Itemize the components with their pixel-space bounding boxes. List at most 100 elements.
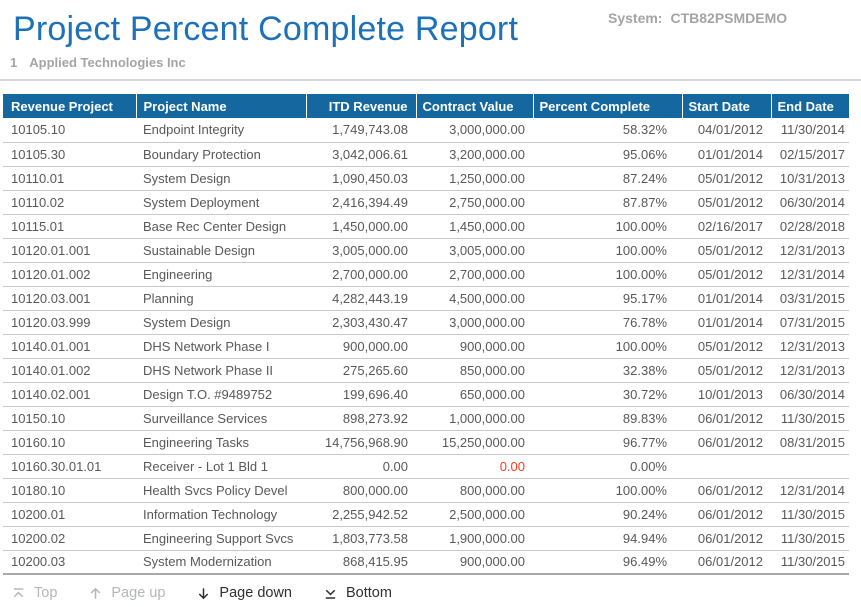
table-cell: 100.00% xyxy=(533,334,682,358)
table-cell: Health Svcs Policy Devel xyxy=(136,478,306,502)
bottom-button[interactable]: Bottom xyxy=(323,585,392,601)
table-cell: 03/31/2015 xyxy=(771,286,849,310)
table-cell: Engineering Tasks xyxy=(136,430,306,454)
table-cell: 01/01/2014 xyxy=(682,310,771,334)
table-cell: 11/30/2015 xyxy=(771,502,849,526)
column-header-start-date: Start Date xyxy=(682,94,771,118)
system-label: System: xyxy=(608,10,662,26)
table-cell: 2,416,394.49 xyxy=(306,190,416,214)
table-cell: 12/31/2014 xyxy=(771,262,849,286)
page-down-button[interactable]: Page down xyxy=(196,585,292,601)
table-cell: 89.83% xyxy=(533,406,682,430)
table-cell: 10180.10 xyxy=(3,478,136,502)
table-cell: 10/31/2013 xyxy=(771,166,849,190)
table-cell: 3,000,000.00 xyxy=(416,118,533,142)
table-cell: 02/28/2018 xyxy=(771,214,849,238)
table-cell: 650,000.00 xyxy=(416,382,533,406)
table-header-row: Revenue ProjectProject NameITD RevenueCo… xyxy=(3,94,849,118)
table-cell: 96.77% xyxy=(533,430,682,454)
table-cell: 12/31/2014 xyxy=(771,478,849,502)
table-cell: 10200.03 xyxy=(3,550,136,574)
table-row: 10105.30Boundary Protection3,042,006.613… xyxy=(3,142,849,166)
table-cell: 2,303,430.47 xyxy=(306,310,416,334)
table-cell: Engineering Support Svcs xyxy=(136,526,306,550)
table-cell: 1,000,000.00 xyxy=(416,406,533,430)
group-heading: 1Applied Technologies Inc xyxy=(10,55,861,70)
table-cell: 10105.10 xyxy=(3,118,136,142)
table-row: 10140.01.001DHS Network Phase I900,000.0… xyxy=(3,334,849,358)
table-cell: 05/01/2012 xyxy=(682,358,771,382)
table-body: 10105.10Endpoint Integrity1,749,743.083,… xyxy=(3,118,849,574)
table-cell: 1,090,450.03 xyxy=(306,166,416,190)
table-cell: 3,000,000.00 xyxy=(416,310,533,334)
table-cell: 800,000.00 xyxy=(306,478,416,502)
table-cell: Endpoint Integrity xyxy=(136,118,306,142)
table-cell: 10120.01.002 xyxy=(3,262,136,286)
table-cell xyxy=(771,454,849,478)
table-cell: 2,500,000.00 xyxy=(416,502,533,526)
column-header-project-name: Project Name xyxy=(136,94,306,118)
table-row: 10105.10Endpoint Integrity1,749,743.083,… xyxy=(3,118,849,142)
table-row: 10160.30.01.01Receiver - Lot 1 Bld 10.00… xyxy=(3,454,849,478)
table-cell: 800,000.00 xyxy=(416,478,533,502)
table-cell: 10140.01.001 xyxy=(3,334,136,358)
table-row: 10110.01System Design1,090,450.031,250,0… xyxy=(3,166,849,190)
nav-label: Top xyxy=(34,585,57,601)
column-header-percent-complete: Percent Complete xyxy=(533,94,682,118)
table-cell: System Design xyxy=(136,310,306,334)
table-cell: 06/01/2012 xyxy=(682,406,771,430)
table-cell: 87.87% xyxy=(533,190,682,214)
table-cell: 10120.01.001 xyxy=(3,238,136,262)
arrow-up-icon xyxy=(88,586,103,601)
table-cell: 3,005,000.00 xyxy=(416,238,533,262)
table-row: 10160.10Engineering Tasks14,756,968.9015… xyxy=(3,430,849,454)
column-header-itd-revenue: ITD Revenue xyxy=(306,94,416,118)
table-cell: 10160.30.01.01 xyxy=(3,454,136,478)
nav-label: Bottom xyxy=(346,585,392,601)
table-cell: 87.24% xyxy=(533,166,682,190)
table-cell: 90.24% xyxy=(533,502,682,526)
table-cell: 2,255,942.52 xyxy=(306,502,416,526)
table-cell: 1,450,000.00 xyxy=(416,214,533,238)
table-cell: 02/16/2017 xyxy=(682,214,771,238)
column-header-contract-value: Contract Value xyxy=(416,94,533,118)
table-cell: 11/30/2015 xyxy=(771,406,849,430)
divider xyxy=(0,79,861,81)
table-cell: 2,700,000.00 xyxy=(416,262,533,286)
table-cell: DHS Network Phase II xyxy=(136,358,306,382)
table-row: 10180.10Health Svcs Policy Devel800,000.… xyxy=(3,478,849,502)
page-up-button[interactable]: Page up xyxy=(88,585,165,601)
table-cell: 1,450,000.00 xyxy=(306,214,416,238)
table-cell: System Modernization xyxy=(136,550,306,574)
table-row: 10200.02Engineering Support Svcs1,803,77… xyxy=(3,526,849,550)
table-cell: 1,900,000.00 xyxy=(416,526,533,550)
table-cell: 199,696.40 xyxy=(306,382,416,406)
table-cell: 12/31/2013 xyxy=(771,358,849,382)
table-cell: Information Technology xyxy=(136,502,306,526)
top-button[interactable]: Top xyxy=(11,585,57,601)
scroll-top-icon xyxy=(11,586,26,601)
table-cell: 06/30/2014 xyxy=(771,190,849,214)
table-row: 10120.03.001Planning4,282,443.194,500,00… xyxy=(3,286,849,310)
table-cell: 3,042,006.61 xyxy=(306,142,416,166)
table-cell: System Design xyxy=(136,166,306,190)
table-cell: 10120.03.999 xyxy=(3,310,136,334)
table-row: 10120.03.999System Design2,303,430.473,0… xyxy=(3,310,849,334)
table-cell: 10150.10 xyxy=(3,406,136,430)
table-cell: 30.72% xyxy=(533,382,682,406)
table-cell: 32.38% xyxy=(533,358,682,382)
table-cell: 05/01/2012 xyxy=(682,166,771,190)
table-cell: 4,500,000.00 xyxy=(416,286,533,310)
column-header-end-date: End Date xyxy=(771,94,849,118)
report-header: Project Percent Complete Report System:C… xyxy=(0,0,861,48)
table-cell: 05/01/2012 xyxy=(682,262,771,286)
arrow-down-icon xyxy=(196,586,211,601)
table-row: 10140.01.002DHS Network Phase II275,265.… xyxy=(3,358,849,382)
table-cell: Surveillance Services xyxy=(136,406,306,430)
table-cell: 3,005,000.00 xyxy=(306,238,416,262)
table-cell: 15,250,000.00 xyxy=(416,430,533,454)
table-row: 10110.02System Deployment2,416,394.492,7… xyxy=(3,190,849,214)
table-cell: 0.00 xyxy=(416,454,533,478)
table-cell: 05/01/2012 xyxy=(682,238,771,262)
table-cell xyxy=(682,454,771,478)
